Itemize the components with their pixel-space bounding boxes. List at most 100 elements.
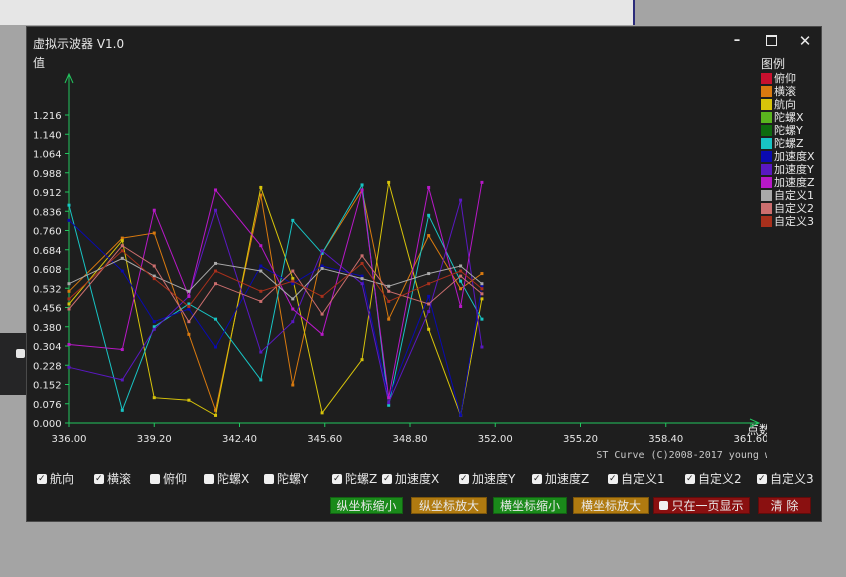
series-line xyxy=(68,257,483,300)
close-button[interactable]: ✕ xyxy=(791,30,819,52)
legend-item: 加速度Y xyxy=(761,163,814,176)
data-point xyxy=(427,234,431,238)
x-tick-label: 345.60 xyxy=(307,434,342,445)
title-bar[interactable]: 虚拟示波器 V1.0 – ✕ xyxy=(27,27,821,55)
data-point xyxy=(459,279,463,283)
channel-checkbox[interactable]: 航向 xyxy=(37,471,74,487)
x-zoom-in-button[interactable]: 横坐标放大 xyxy=(573,497,649,514)
data-point xyxy=(291,320,295,324)
data-point xyxy=(214,261,218,265)
y-zoom-in-button[interactable]: 纵坐标放大 xyxy=(411,497,487,514)
maximize-button[interactable] xyxy=(757,30,785,52)
data-point xyxy=(67,365,71,369)
y-tick-label: 1.140 xyxy=(33,130,62,141)
checkbox-fragment xyxy=(16,349,25,358)
data-point xyxy=(120,249,124,253)
legend-swatch xyxy=(761,203,772,214)
data-point xyxy=(480,272,484,276)
checkbox-unchecked-icon[interactable] xyxy=(150,473,160,484)
channel-checkbox[interactable]: 横滚 xyxy=(94,471,131,487)
checkbox-checked-icon[interactable] xyxy=(459,471,469,487)
checkbox-unchecked-icon[interactable] xyxy=(204,473,214,484)
button-label: 清 除 xyxy=(770,499,799,513)
channel-checkbox[interactable]: 加速度Y xyxy=(459,471,515,487)
series-line xyxy=(68,220,483,416)
y-zoom-out-button[interactable]: 纵坐标缩小 xyxy=(330,497,403,514)
legend-item: 自定义3 xyxy=(761,215,814,228)
checkbox-label: 横滚 xyxy=(107,472,132,486)
legend-swatch xyxy=(761,99,772,110)
checkbox-label: 陀螺X xyxy=(217,472,250,486)
checkbox-checked-icon[interactable] xyxy=(608,471,618,487)
button-label: 纵坐标放大 xyxy=(418,499,479,513)
data-point xyxy=(459,304,463,308)
channel-checkbox[interactable]: 加速度X xyxy=(382,471,439,487)
data-point xyxy=(214,413,218,417)
channel-checkbox[interactable]: 加速度Z xyxy=(532,471,589,487)
channel-checkbox[interactable]: 自定义2 xyxy=(685,471,742,487)
data-point xyxy=(67,282,71,286)
data-point xyxy=(320,312,324,316)
data-point xyxy=(459,264,463,268)
channel-checkbox[interactable]: 陀螺Z xyxy=(332,471,377,487)
x-tick-label: 352.00 xyxy=(478,434,513,445)
checkbox-label: 陀螺Z xyxy=(345,472,378,486)
legend-swatch xyxy=(761,138,772,149)
data-point xyxy=(291,218,295,222)
checkbox-checked-icon[interactable] xyxy=(94,471,104,487)
data-point xyxy=(480,287,484,291)
data-point xyxy=(67,302,71,306)
data-point xyxy=(214,317,218,321)
data-point xyxy=(459,198,463,202)
checkbox-checked-icon[interactable] xyxy=(532,471,542,487)
channel-checkbox[interactable]: 俯仰 xyxy=(150,471,187,487)
legend-label: 俯仰 xyxy=(774,72,796,85)
button-label: 纵坐标缩小 xyxy=(336,499,397,513)
data-point xyxy=(387,180,391,184)
data-point xyxy=(387,396,391,400)
data-point xyxy=(459,413,463,417)
checkbox-unchecked-icon[interactable] xyxy=(264,473,274,484)
data-point xyxy=(387,284,391,288)
x-tick-label: 339.20 xyxy=(137,434,172,445)
channel-checkbox[interactable]: 自定义1 xyxy=(608,471,665,487)
data-point xyxy=(67,342,71,346)
checkbox-label: 自定义1 xyxy=(621,472,665,486)
channel-checkbox[interactable]: 自定义3 xyxy=(757,471,814,487)
data-point xyxy=(360,188,364,192)
legend-label: 加速度X xyxy=(774,150,815,163)
legend-item: 陀螺X xyxy=(761,111,804,124)
single-page-toggle[interactable]: 只在一页显示 xyxy=(653,497,750,514)
checkbox-checked-icon[interactable] xyxy=(382,471,392,487)
data-point xyxy=(214,269,218,273)
channel-checkbox[interactable]: 陀螺Y xyxy=(264,471,308,487)
data-point xyxy=(259,299,263,303)
x-zoom-out-button[interactable]: 横坐标缩小 xyxy=(493,497,567,514)
data-point xyxy=(480,297,484,301)
checkbox-checked-icon[interactable] xyxy=(332,471,342,487)
button-label: 横坐标放大 xyxy=(580,499,641,513)
clear-button[interactable]: 清 除 xyxy=(758,497,811,514)
legend-label: 自定义1 xyxy=(774,189,814,202)
checkbox-checked-icon[interactable] xyxy=(757,471,767,487)
y-tick-label: 1.216 xyxy=(33,111,62,122)
data-point xyxy=(480,317,484,321)
checkbox-checked-icon[interactable] xyxy=(685,471,695,487)
background-window-top xyxy=(0,0,633,25)
legend-swatch xyxy=(761,216,772,227)
legend-label: 陀螺Z xyxy=(774,137,804,150)
data-point xyxy=(360,358,364,362)
y-tick-label: 0.836 xyxy=(33,207,62,218)
checkbox-label: 俯仰 xyxy=(163,472,188,486)
data-point xyxy=(480,345,484,349)
legend-item: 自定义2 xyxy=(761,202,814,215)
checkbox-unchecked-icon[interactable] xyxy=(659,501,669,510)
data-point xyxy=(152,320,156,324)
channel-checkbox[interactable]: 陀螺X xyxy=(204,471,249,487)
legend-item: 横滚 xyxy=(761,85,796,98)
data-point xyxy=(427,185,431,189)
y-tick-label: 0.760 xyxy=(33,227,62,238)
channel-checkboxes: 航向 横滚 俯仰 陀螺X 陀螺Y 陀螺Z 加速度X 加速度Y 加速度Z 自定义1 自定义2 自定义3 xyxy=(37,471,817,487)
checkbox-checked-icon[interactable] xyxy=(37,471,47,487)
minimize-button[interactable]: – xyxy=(723,30,751,52)
